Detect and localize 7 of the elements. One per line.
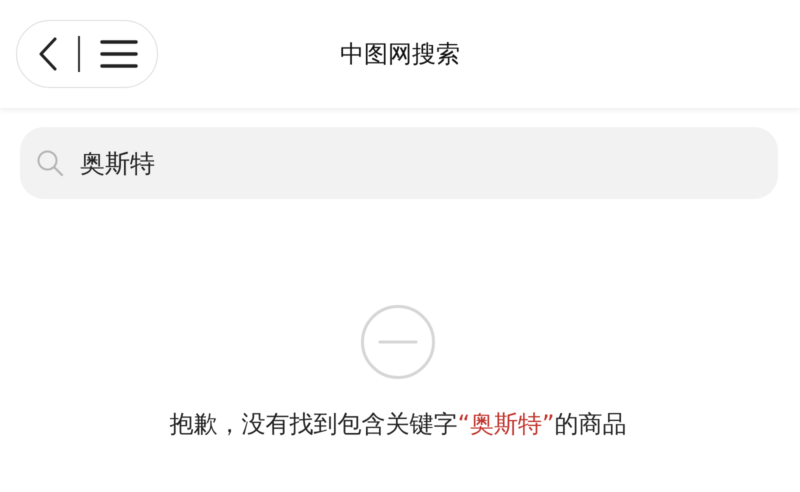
search-field[interactable]: 奥斯特 (20, 127, 778, 199)
empty-icon (360, 304, 436, 380)
menu-button[interactable] (100, 39, 138, 69)
search-icon (36, 149, 64, 177)
no-results-message: 抱歉，没有找到包含关键字“奥斯特”的商品 (170, 409, 626, 440)
page-title: 中图网搜索 (340, 39, 460, 70)
back-button[interactable] (36, 36, 58, 72)
